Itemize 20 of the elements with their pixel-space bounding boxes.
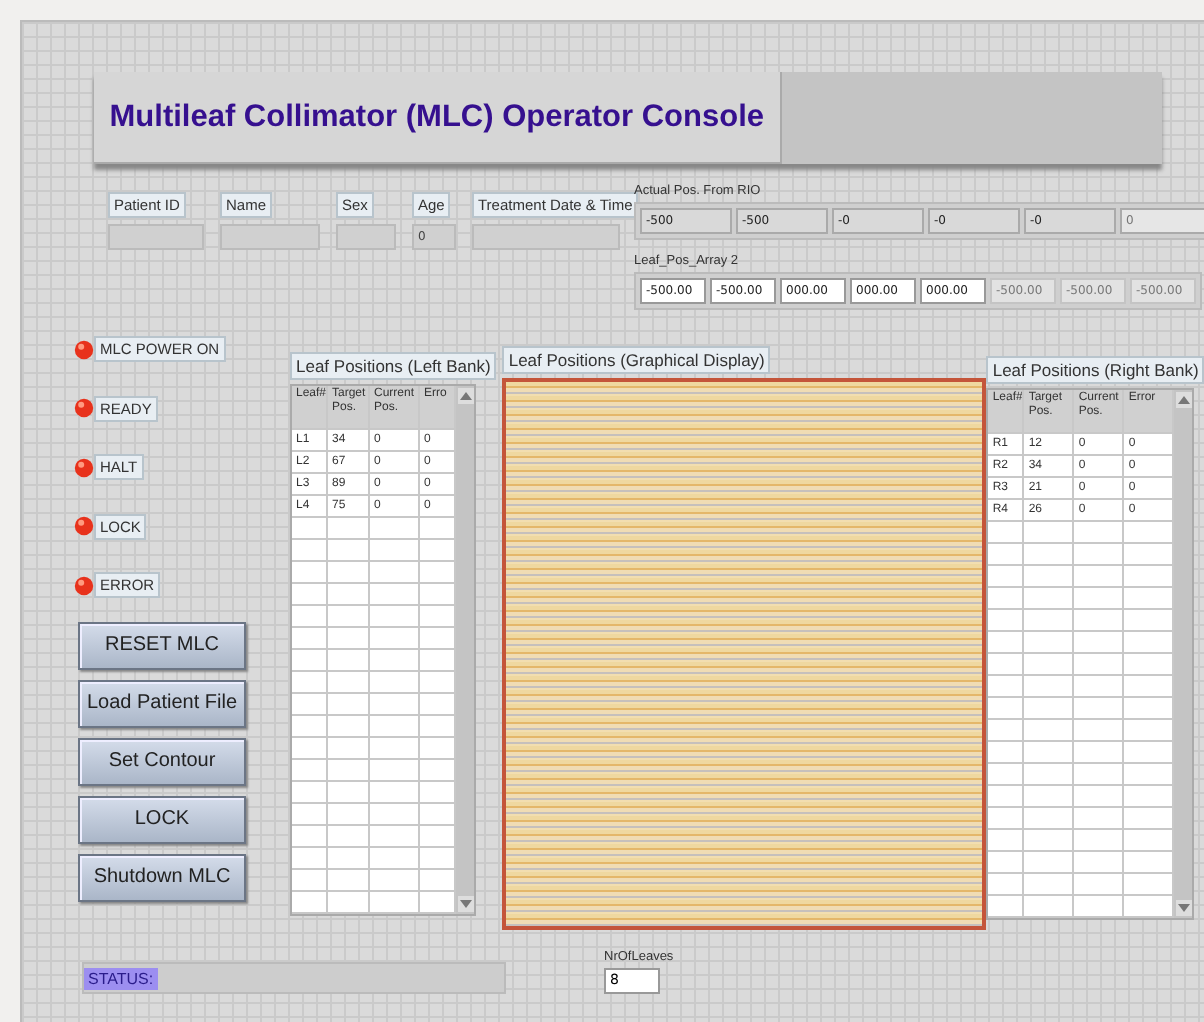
input-field[interactable] [220,224,320,250]
scrollbar[interactable] [456,386,474,914]
graph-title: Leaf Positions (Graphical Display) [502,346,771,374]
console-button[interactable]: LOCK [78,795,246,843]
input-field[interactable] [336,224,396,250]
scroll-down-icon[interactable] [457,896,473,912]
scroll-up-icon[interactable] [457,388,473,404]
scroll-up-icon[interactable] [1175,392,1192,408]
console-title: Multileaf Collimator (MLC) Operator Console [94,72,782,164]
scroll-down-icon[interactable] [1175,900,1192,916]
console-button[interactable]: Load Patient File [78,679,246,727]
console-button[interactable]: RESET MLC [78,621,246,669]
status-label: STATUS: [84,967,158,989]
console-button[interactable]: Shutdown MLC [78,853,246,901]
input-field[interactable] [108,224,204,250]
table-title: Leaf Positions (Right Bank) [986,356,1204,384]
console-button[interactable]: Set Contour [78,737,246,785]
input-field[interactable] [472,224,620,250]
table-title: Leaf Positions (Left Bank) [290,352,497,380]
scrollbar[interactable] [1174,390,1193,918]
